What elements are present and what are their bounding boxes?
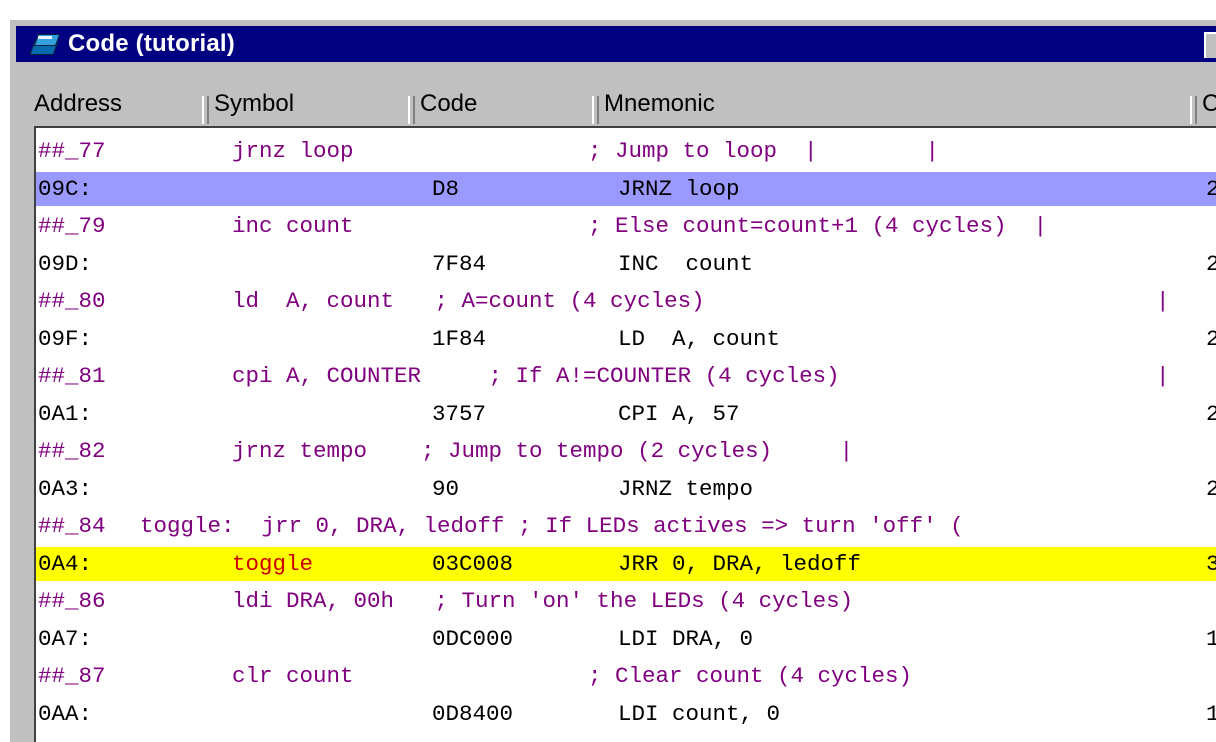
code-listing[interactable]: ##_77 jrnz loop ; Jump to loop | | 09C: D8 JR… [34, 126, 1216, 742]
column-resize-handle[interactable] [202, 96, 209, 124]
window-title: Code (tutorial) [68, 30, 235, 57]
mnemonic-cell: LDI DRA, 0 [618, 625, 754, 652]
source-statement: ld A, count ; A=count (4 cycles) [232, 288, 705, 314]
source-line-row[interactable]: ##_81 cpi A, COUNTER ; If A!=COUNTER (4 c… [36, 359, 1216, 393]
source-line-number: ##_82 [38, 438, 106, 464]
cycles-cell: 1 [1206, 625, 1216, 653]
column-address[interactable]: Address [34, 90, 122, 118]
column-code[interactable]: Code [420, 90, 477, 118]
opcode-cell: D8 [432, 175, 460, 202]
source-line-number: ##_84 [38, 513, 106, 539]
source-comment: ; Jump to loop | | [588, 138, 940, 164]
source-line-number: ##_80 [38, 288, 106, 314]
disassembly-row[interactable]: 0AA: 0D8400 LDI count, 0 1 [36, 697, 1216, 731]
address-cell: 0A3: [38, 475, 93, 502]
source-statement: jrnz loop [232, 138, 354, 164]
source-line-number: ##_77 [38, 138, 106, 164]
source-line-row[interactable]: ##_77 jrnz loop ; Jump to loop | | [36, 134, 1216, 168]
source-comment: ; Else count=count+1 (4 cycles) | [588, 213, 1048, 239]
source-statement: toggle: jrr 0, DRA, ledoff ; If LEDs act… [140, 513, 964, 539]
source-line-row[interactable]: ##_82 jrnz tempo ; Jump to tempo (2 cycle… [36, 434, 1216, 468]
column-resize-handle[interactable] [592, 96, 599, 124]
title-bar[interactable]: Code (tutorial) [16, 26, 1216, 62]
mnemonic-cell: LD A, count [618, 325, 781, 352]
column-mnemonic[interactable]: Mnemonic [604, 90, 715, 118]
mnemonic-cell: INC count [618, 250, 754, 277]
mnemonic-cell: JRNZ loop [618, 175, 740, 202]
column-resize-handle[interactable] [408, 96, 415, 124]
column-c[interactable]: C [1202, 90, 1216, 118]
address-cell: 0A4: [38, 550, 93, 577]
source-line-row[interactable]: ##_87 clr count ; Clear count (4 cycles) [36, 659, 1216, 693]
mnemonic-cell: JRR 0, DRA, ledoff [618, 550, 862, 577]
cycles-cell: 1 [1206, 700, 1216, 728]
source-separator: | [1156, 288, 1170, 314]
mnemonic-cell: CPI A, 57 [618, 400, 740, 427]
address-cell: 0A7: [38, 625, 93, 652]
source-statement: clr count [232, 663, 354, 689]
column-resize-handle[interactable] [1190, 96, 1197, 124]
cycles-cell: 2 [1206, 175, 1216, 203]
opcode-cell: 90 [432, 475, 460, 502]
address-cell: 0AA: [38, 700, 93, 727]
disassembly-row[interactable]: 09F: 1F84 LD A, count 2 [36, 322, 1216, 356]
source-line-number: ##_81 [38, 363, 106, 389]
opcode-cell: 1F84 [432, 325, 487, 352]
source-line-row[interactable]: ##_79 inc count ; Else count=count+1 (4 cy… [36, 209, 1216, 243]
cycles-cell: 3 [1206, 550, 1216, 578]
opcode-cell: 3757 [432, 400, 487, 427]
source-line-number: ##_87 [38, 663, 106, 689]
disassembly-row[interactable]: 0A1: 3757 CPI A, 57 2 [36, 397, 1216, 431]
disassembly-row[interactable]: 09D: 7F84 INC count 2 [36, 247, 1216, 281]
address-cell: 0A1: [38, 400, 93, 427]
column-header: Address Symbol Code Mnemonic C [34, 82, 1216, 126]
source-line-row[interactable]: ##_86 ldi DRA, 00h ; Turn 'on' the LEDs (… [36, 584, 1216, 618]
opcode-cell: 7F84 [432, 250, 487, 277]
source-comment: ; Clear count (4 cycles) [588, 663, 913, 689]
source-line-row[interactable]: ##_80 ld A, count ; A=count (4 cycles) | [36, 284, 1216, 318]
address-cell: 09D: [38, 250, 93, 277]
mnemonic-cell: LDI count, 0 [618, 700, 781, 727]
cycles-cell: 2 [1206, 400, 1216, 428]
disassembly-row[interactable]: 0A4: toggle 03C008 JRR 0, DRA, ledoff 3 [36, 546, 1216, 581]
books-icon [29, 31, 61, 57]
code-window: Code (tutorial) Address Symbol Code Mnem… [8, 18, 1216, 742]
source-line-number: ##_86 [38, 588, 106, 614]
disassembly-row[interactable]: 09C: D8 JRNZ loop 2 [36, 171, 1216, 206]
maximize-button[interactable] [1204, 32, 1216, 58]
disassembly-row[interactable]: 0A3: 90 JRNZ tempo 2 [36, 472, 1216, 506]
opcode-cell: 03C008 [432, 550, 514, 577]
opcode-cell: 0DC000 [432, 625, 514, 652]
opcode-cell: 0D8400 [432, 700, 514, 727]
source-line-row[interactable]: ##_84 toggle: jrr 0, DRA, ledoff ; If LED… [36, 509, 1216, 543]
source-separator: | [1156, 363, 1170, 389]
cycles-cell: 2 [1206, 475, 1216, 503]
cycles-cell: 2 [1206, 325, 1216, 353]
source-statement: jrnz tempo ; Jump to tempo (2 cycles) | [232, 438, 854, 464]
address-cell: 09C: [38, 175, 93, 202]
source-statement: ldi DRA, 00h ; Turn 'on' the LEDs (4 cyc… [232, 588, 854, 614]
source-statement: inc count [232, 213, 354, 239]
source-line-number: ##_79 [38, 213, 106, 239]
symbol-cell: toggle [232, 550, 314, 577]
column-symbol[interactable]: Symbol [214, 90, 294, 118]
disassembly-row[interactable]: 0A7: 0DC000 LDI DRA, 0 1 [36, 622, 1216, 656]
mnemonic-cell: JRNZ tempo [618, 475, 754, 502]
address-cell: 09F: [38, 325, 93, 352]
source-statement: cpi A, COUNTER ; If A!=COUNTER (4 cycles… [232, 363, 840, 389]
cycles-cell: 2 [1206, 250, 1216, 278]
